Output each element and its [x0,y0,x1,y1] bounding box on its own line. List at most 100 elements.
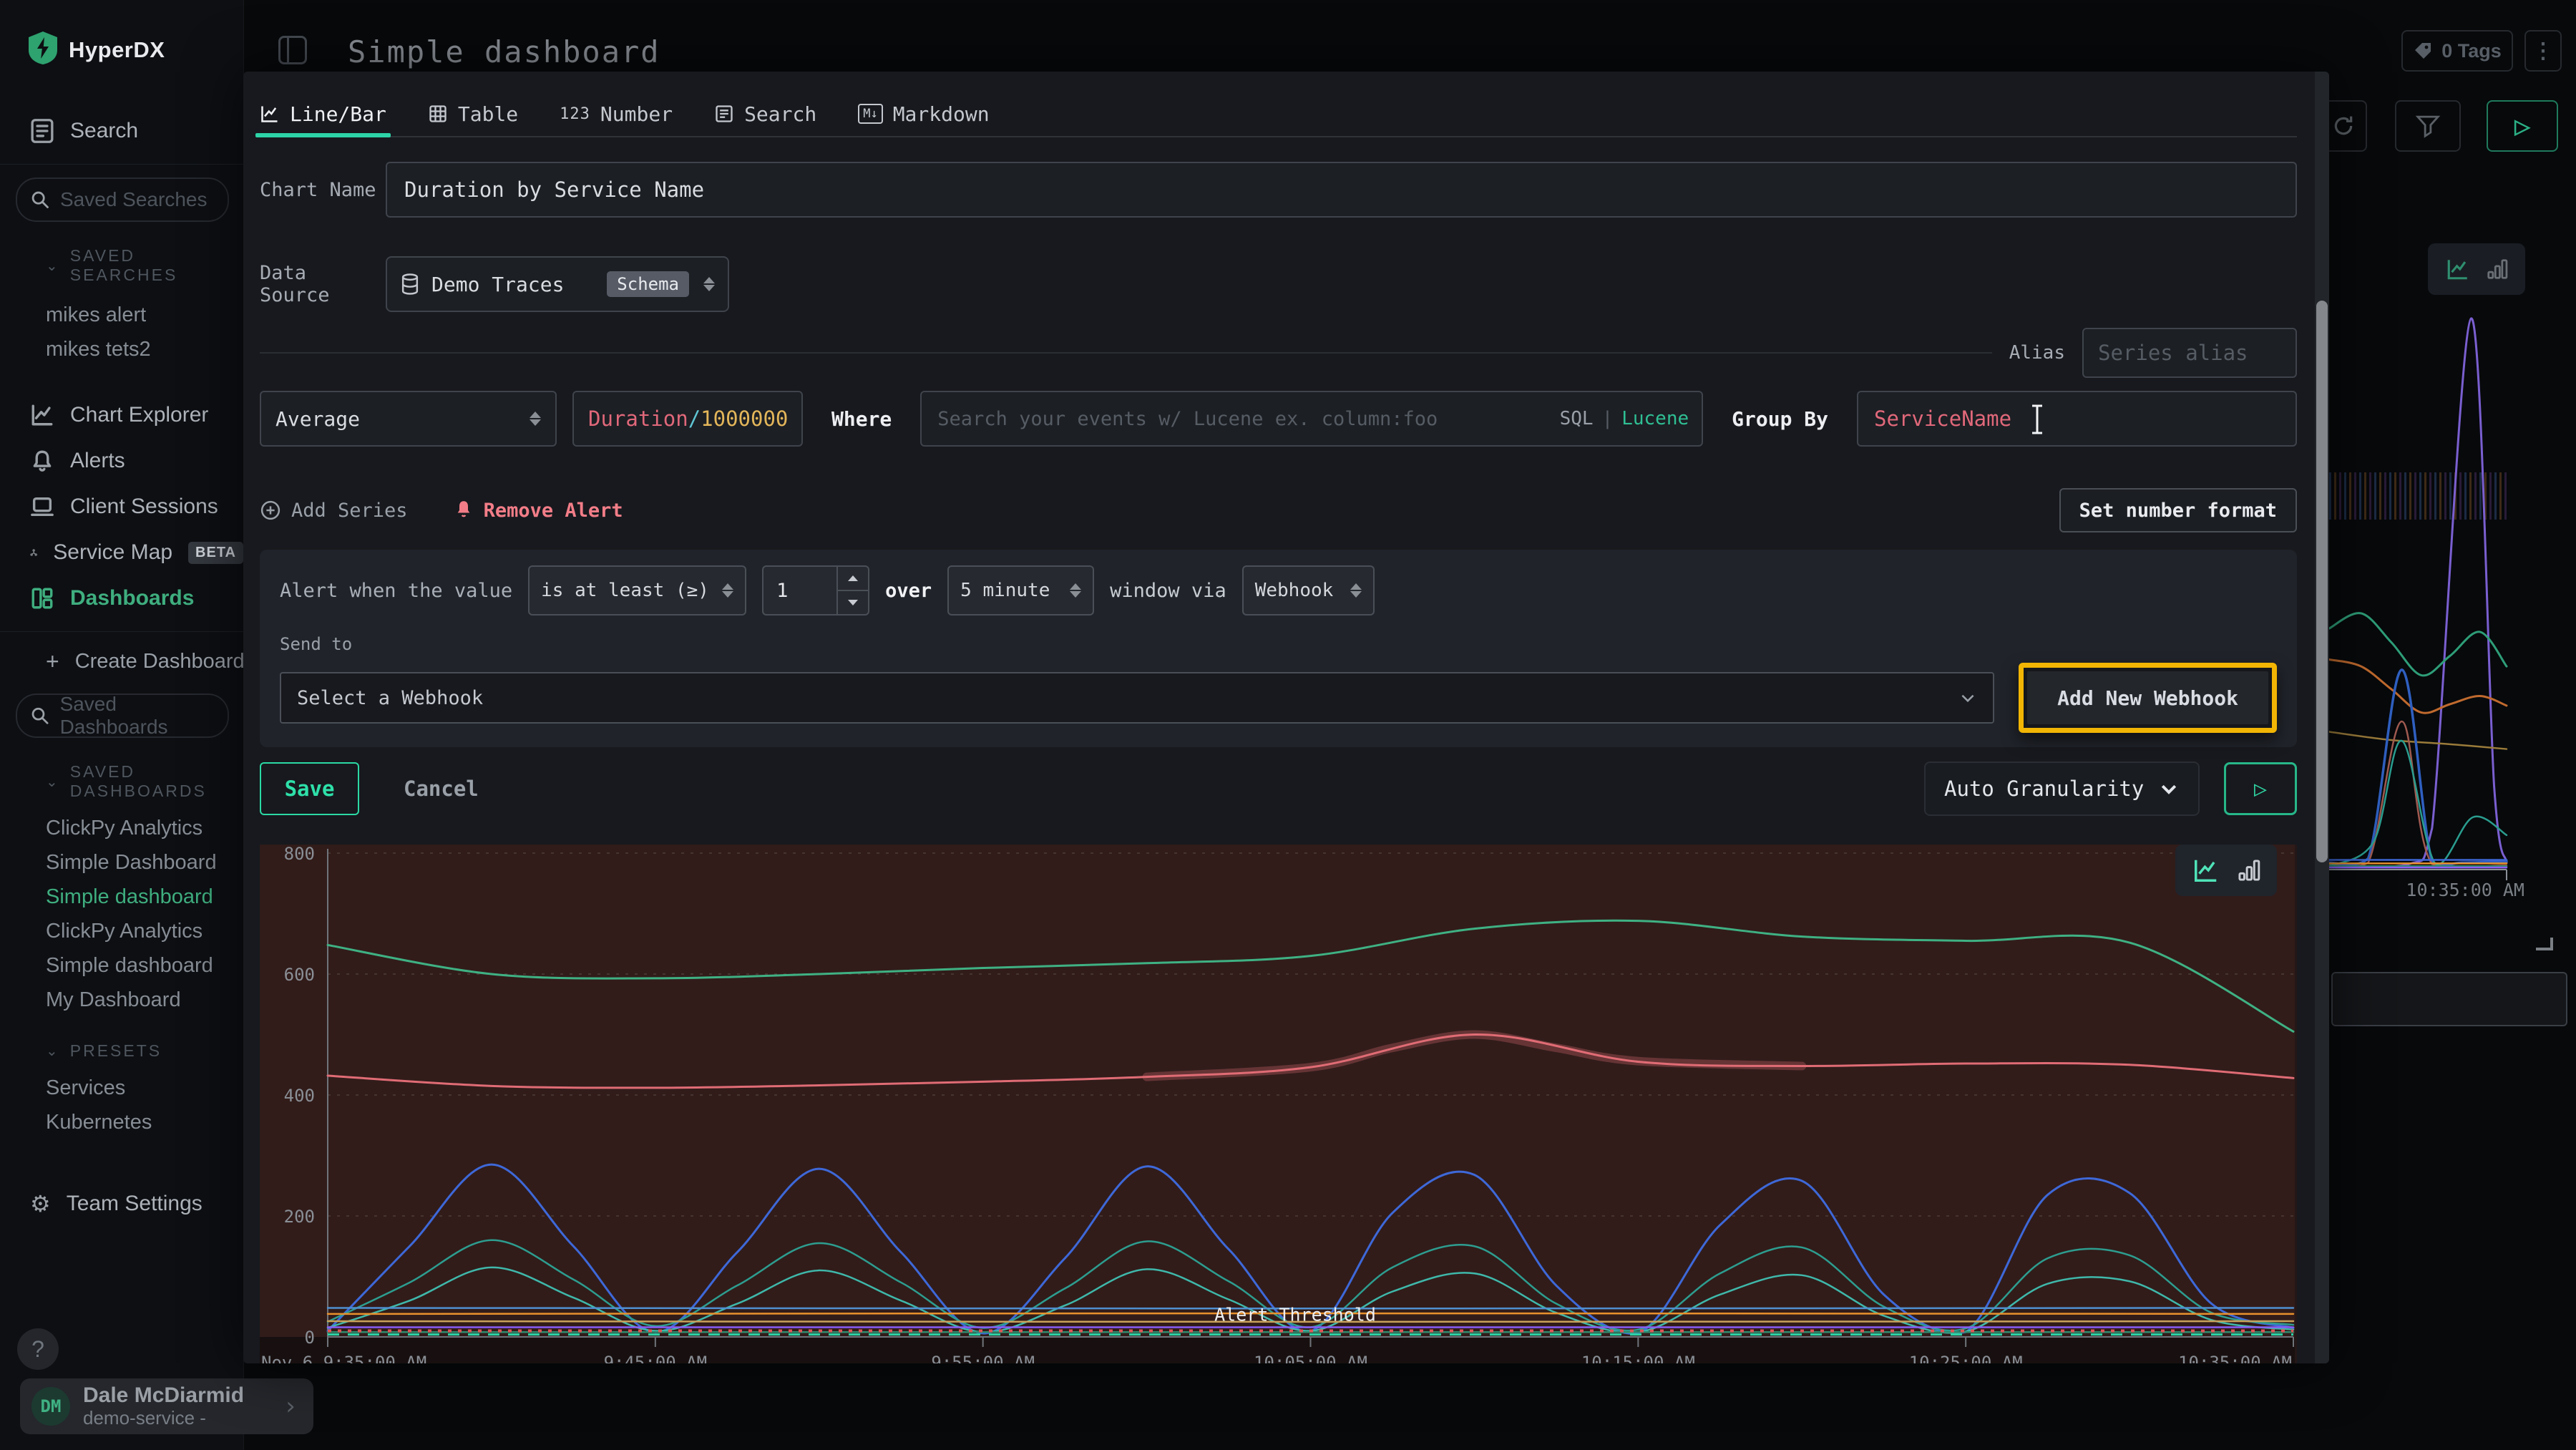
sidebar-item-dashboards[interactable]: Dashboards [0,575,243,621]
bar-chart-icon[interactable] [2238,857,2260,884]
saved-dashboards-placeholder: Saved Dashboards [60,693,228,739]
saved-dashboards-input[interactable]: Saved Dashboards [16,694,229,738]
dashboard-item[interactable]: Simple Dashboard [0,845,243,880]
alert-condition-select[interactable]: is at least (≥) [528,565,746,615]
sidebar-item-service-map[interactable]: Service Map BETA [0,530,243,575]
play-icon: ▷ [2254,777,2267,802]
dashboard-item[interactable]: ClickPy Analytics [0,914,243,948]
where-search-input[interactable]: Search your events w/ Lucene ex. column:… [920,391,1703,447]
document-icon [30,118,54,144]
chevron-down-icon: ⌄ [46,257,60,275]
section-presets[interactable]: ⌄ PRESETS [46,1041,243,1061]
svg-text:10:05:00 AM: 10:05:00 AM [1254,1353,1367,1363]
alert-config-panel: Alert when the value is at least (≥) 1 o… [260,550,2297,747]
line-chart-icon[interactable] [2445,257,2471,281]
sidebar-item-team-settings[interactable]: ⚙ Team Settings [0,1181,243,1227]
user-profile[interactable]: DM Dale McDiarmid demo-service - › [20,1378,313,1434]
background-input[interactable] [2331,972,2567,1026]
chart-name-input[interactable]: Duration by Service Name [386,162,2297,218]
number-stepper[interactable] [836,567,868,614]
svg-text:800: 800 [284,845,315,864]
step-down-icon[interactable] [838,590,868,614]
alert-threshold-input[interactable]: 1 [762,565,869,615]
chart-name-label: Chart Name [260,179,386,201]
svg-text:0: 0 [305,1328,315,1348]
tab-table[interactable]: Table [428,92,518,136]
line-chart-icon[interactable] [2192,857,2220,884]
step-up-icon[interactable] [838,567,868,590]
modal-scrollbar[interactable] [2315,72,2329,1363]
line-chart-icon [260,104,280,124]
saved-searches-input[interactable]: Saved Searches [16,177,229,222]
granularity-select[interactable]: Auto Granularity [1924,762,2200,816]
set-number-format-button[interactable]: Set number format [2059,488,2297,532]
cancel-button[interactable]: Cancel [404,777,479,801]
tab-search[interactable]: Search [714,92,816,136]
dashboard-item[interactable]: Simple dashboard [0,948,243,983]
tags-button[interactable]: 0 Tags [2401,30,2513,72]
number-123-icon: 123 [560,105,590,123]
group-by-input[interactable]: ServiceName [1857,391,2297,447]
preset-item[interactable]: Services [0,1071,243,1105]
save-button[interactable]: Save [260,762,359,815]
saved-search-item[interactable]: mikes tets2 [0,332,243,366]
tab-markdown[interactable]: M↓ Markdown [858,92,989,136]
svg-text:10:35:00 AM: 10:35:00 AM [2406,880,2524,900]
tab-number[interactable]: 123 Number [560,92,673,136]
section-saved-dashboards[interactable]: ⌄ SAVED DASHBOARDS [46,762,243,801]
remove-alert-button[interactable]: Remove Alert [454,500,623,522]
svg-text:600: 600 [284,965,315,985]
search-icon [30,190,50,210]
alert-channel-select[interactable]: Webhook [1242,565,1375,615]
lucene-toggle[interactable]: Lucene [1621,408,1689,429]
sql-toggle[interactable]: SQL [1560,408,1594,429]
dashboard-item-active[interactable]: Simple dashboard [0,880,243,914]
bell-icon [30,449,54,473]
preset-item[interactable]: Kubernetes [0,1105,243,1139]
sidebar-collapse-icon[interactable] [278,36,307,64]
field-expression-input[interactable]: Duration/1000000 [572,391,803,447]
group-by-label: Group By [1732,407,1828,431]
sidebar-item-client-sessions[interactable]: Client Sessions [0,484,243,530]
section-saved-searches[interactable]: ⌄ SAVED SEARCHES [46,246,243,285]
alert-window-select[interactable]: 5 minute [947,565,1094,615]
divider [260,352,1992,354]
dashboard-item[interactable]: My Dashboard [0,983,243,1017]
create-dashboard-button[interactable]: + Create Dashboard [0,642,243,681]
add-series-button[interactable]: Add Series [260,500,408,522]
svg-text:Nov 6 9:35:00 AM: Nov 6 9:35:00 AM [261,1353,426,1363]
bar-chart-icon[interactable] [2487,257,2508,281]
data-source-label: Data Source [260,262,386,306]
alert-preview-chart: 0200400600800Nov 6 9:35:00 AM9:45:00 AM9… [260,845,2297,1363]
plus-circle-icon [260,500,281,521]
alias-input[interactable]: Series alias [2082,328,2297,378]
chevron-updown-icon [1070,583,1081,598]
chart-type-toggle[interactable] [2175,845,2277,896]
add-new-webhook-button[interactable]: Add New Webhook [2027,671,2268,724]
tab-line-bar[interactable]: Line/Bar [260,92,386,136]
sidebar-item-search[interactable]: Search [0,108,243,154]
chevron-down-icon: ⌄ [46,1042,60,1060]
dashboard-item[interactable]: ClickPy Analytics [0,811,243,845]
kebab-menu-button[interactable]: ⋮ [2524,30,2562,72]
page-title[interactable]: Simple dashboard [348,34,660,69]
database-icon [400,273,420,296]
edit-chart-modal: Line/Bar Table 123 Number Search M↓ Mark… [243,72,2329,1363]
data-source-select[interactable]: Demo Traces Schema [386,256,729,312]
resize-handle-icon[interactable] [2536,938,2553,950]
chevron-right-icon: › [283,1392,298,1421]
brand-name: HyperDX [69,37,165,63]
run-chart-button[interactable]: ▷ [2224,762,2297,815]
sidebar-item-chart-explorer[interactable]: Chart Explorer [0,392,243,438]
aggregation-select[interactable]: Average [260,391,557,447]
help-button[interactable]: ? [17,1328,59,1370]
scrollbar-thumb[interactable] [2316,301,2328,862]
saved-search-item[interactable]: mikes alert [0,298,243,332]
play-icon: ▷ [2514,115,2530,138]
brand[interactable]: HyperDX [0,0,243,68]
webhook-select[interactable]: Select a Webhook [280,672,1994,724]
sidebar-item-alerts[interactable]: Alerts [0,438,243,484]
filter-button[interactable] [2395,100,2461,152]
chart-type-toggle[interactable] [2428,243,2525,295]
run-query-button[interactable]: ▷ [2487,100,2558,152]
